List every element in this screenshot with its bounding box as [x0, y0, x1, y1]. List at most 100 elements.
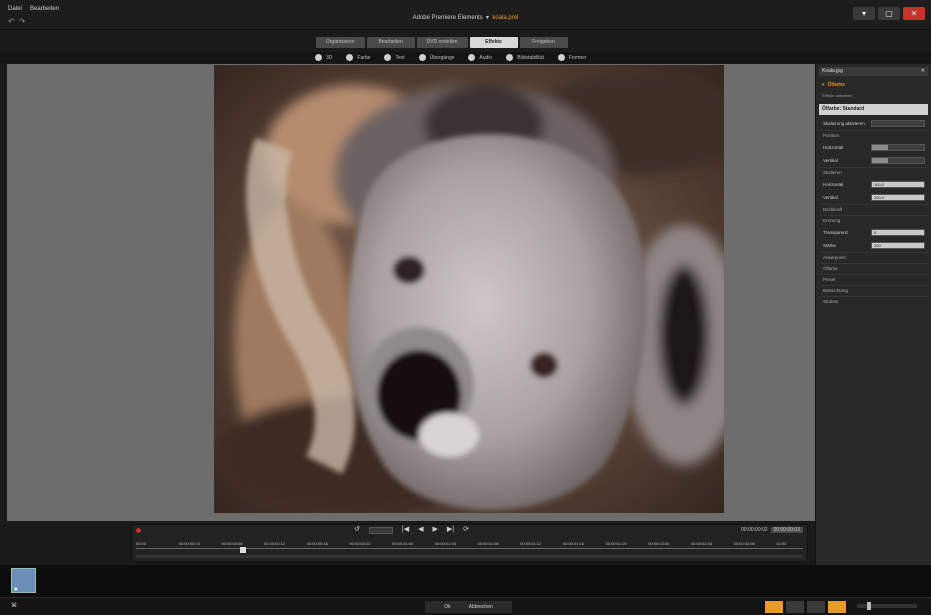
view-quick-icon[interactable] — [765, 601, 783, 613]
section-anchor[interactable]: Ankerpunkt — [819, 252, 928, 261]
thumbnail-label: ▣ — [14, 586, 18, 591]
category-transitions[interactable]: Übergänge — [418, 52, 454, 63]
menu-edit[interactable]: Bearbeiten — [30, 6, 59, 12]
ruler-tick: 02:00 — [776, 541, 787, 546]
param-slider[interactable] — [871, 156, 925, 164]
tab-organize[interactable]: Organisieren — [316, 37, 365, 48]
category-icon — [468, 54, 476, 61]
section-rotation[interactable]: Drehung — [819, 215, 928, 224]
param-row: Horizontal 100.0 — [819, 179, 928, 189]
zoom-knob[interactable] — [867, 602, 871, 610]
effect-name: Ölfarbe — [827, 81, 846, 88]
category-icon — [418, 54, 426, 61]
scaling-label: Skalierung aktivieren — [823, 120, 865, 126]
category-3d[interactable]: 3D — [315, 52, 332, 63]
scaling-field[interactable] — [871, 119, 925, 127]
media-strip — [0, 565, 931, 597]
menu-file[interactable]: Datei — [8, 6, 22, 12]
tab-share[interactable]: Freigeben — [519, 37, 568, 48]
view-storyboard-icon[interactable] — [828, 601, 846, 613]
tab-edit[interactable]: Bearbeiten — [366, 37, 415, 48]
category-color[interactable]: Farbe — [346, 52, 370, 63]
param-label: Transparenz — [823, 229, 849, 235]
ruler-tick: 00:00:02:04 — [690, 541, 713, 546]
param-value[interactable]: 0 — [871, 228, 925, 236]
category-icon — [315, 54, 322, 61]
ok-button[interactable]: Ok — [444, 604, 450, 610]
timeline-ruler[interactable]: 00:00 00:00:00:04 00:00:00:08 00:00:00:12 00… — [136, 541, 803, 549]
close-button[interactable]: ✕ — [903, 7, 925, 20]
panel-title: Koala.jpg — [819, 67, 928, 76]
cancel-button[interactable]: Abbrechen — [469, 604, 493, 610]
param-row: Horizontal — [819, 142, 928, 152]
category-icon — [384, 54, 392, 61]
timeline-transport: ↺ |◀ ◀ ▶ ▶| ⟳ 00:00:00:02 00:00:00:03 00… — [131, 524, 808, 562]
panel-close-icon[interactable]: ✕ — [921, 67, 925, 76]
section-scale[interactable]: Skalieren — [819, 167, 928, 176]
timecode-field[interactable] — [368, 526, 393, 534]
category-icon — [506, 54, 514, 61]
param-value[interactable]: 100 — [871, 241, 925, 249]
category-text[interactable]: Text — [384, 52, 405, 63]
view-toggle — [765, 601, 846, 613]
param-slider[interactable] — [871, 143, 925, 151]
section-brush[interactable]: Pinsel — [819, 274, 928, 283]
ruler-tick: 00:00 — [136, 541, 147, 546]
project-name: koala.prel — [492, 15, 519, 21]
ruler-tick: 00:00:02:08 — [733, 541, 755, 546]
go-to-end-icon[interactable]: ▶| — [447, 525, 454, 535]
ruler-tick: 00:00:00:08 — [221, 541, 243, 546]
repeat-icon[interactable]: ⟳ — [463, 525, 469, 535]
dialog-buttons: Ok Abbrechen — [425, 601, 512, 613]
ruler-tick: 00:00:01:08 — [477, 541, 499, 546]
go-to-start-icon[interactable]: |◀ — [402, 525, 409, 535]
category-shapes[interactable]: Formen — [557, 52, 586, 63]
preset-select[interactable]: Ölfarbe: Standard — [819, 104, 928, 115]
clip-thumbnail[interactable]: ▣ — [11, 568, 36, 593]
section-opacity[interactable]: Deckkraft — [819, 204, 928, 213]
timeline-scrollbar[interactable] — [136, 555, 803, 558]
tab-effects[interactable]: Effekte — [469, 37, 518, 48]
tab-dvd[interactable]: DVD erstellen — [416, 37, 468, 48]
param-label: Horizontal — [823, 144, 844, 150]
section-texture[interactable]: Struktur — [819, 296, 928, 305]
playhead[interactable] — [240, 547, 246, 553]
ruler-tick: 00:00:02:00 — [648, 541, 670, 546]
param-value[interactable]: 100.0 — [871, 193, 925, 201]
play-icon[interactable]: ▶ — [432, 525, 437, 535]
preview-image[interactable] — [214, 65, 724, 513]
param-row: Transparenz 0 — [819, 227, 928, 237]
status-icon[interactable]: ⌘ — [11, 602, 17, 609]
param-row: Vertikal 100.0 — [819, 192, 928, 202]
category-stabilize[interactable]: Bildstabilität — [506, 52, 544, 63]
param-fill — [872, 157, 888, 163]
workspace-tabs: Organisieren Bearbeiten DVD erstellen Ef… — [316, 37, 568, 48]
param-value[interactable]: 100.0 — [871, 180, 925, 188]
window-title: Adobe Premiere Elements ▾ koala.prel — [412, 15, 519, 21]
param-row: Stärke 100 — [819, 240, 928, 250]
category-icon — [346, 54, 354, 61]
duration-timecode: 00:00:00:03 — [770, 527, 803, 533]
param-label: Horizontal — [823, 181, 844, 187]
section-position[interactable]: Position — [819, 130, 928, 139]
minimize-button[interactable]: ▾ — [853, 7, 875, 20]
ruler-tick: 00:00:01:04 — [434, 541, 456, 546]
section-oil-paint[interactable]: Ölfarbe — [819, 263, 928, 272]
title-bar: Datei Bearbeiten ↶ ↷ Adobe Premiere Elem… — [0, 0, 931, 30]
ruler-tick: 00:00:00:20 — [349, 541, 371, 546]
loop-icon[interactable]: ↺ — [354, 525, 360, 535]
view-expert-icon[interactable] — [786, 601, 804, 613]
zoom-slider[interactable] — [857, 602, 917, 610]
maximize-button[interactable]: ▢ — [878, 7, 900, 20]
ruler-tick: 00:00:01:20 — [605, 541, 627, 546]
view-timeline-icon[interactable] — [807, 601, 825, 613]
param-label: Vertikal — [823, 194, 838, 200]
collapse-icon[interactable]: ▾ — [822, 82, 825, 88]
step-back-icon[interactable]: ◀ — [418, 525, 423, 535]
effect-subtitle: Effekte aktivieren — [822, 93, 853, 98]
current-timecode: 00:00:00:02 — [741, 527, 768, 533]
record-indicator — [136, 528, 141, 533]
section-lighting[interactable]: Beleuchtung — [819, 285, 928, 294]
effect-categories: 3D Farbe Text Übergänge Audio Bildstabil… — [315, 52, 586, 63]
category-audio[interactable]: Audio — [468, 52, 492, 63]
